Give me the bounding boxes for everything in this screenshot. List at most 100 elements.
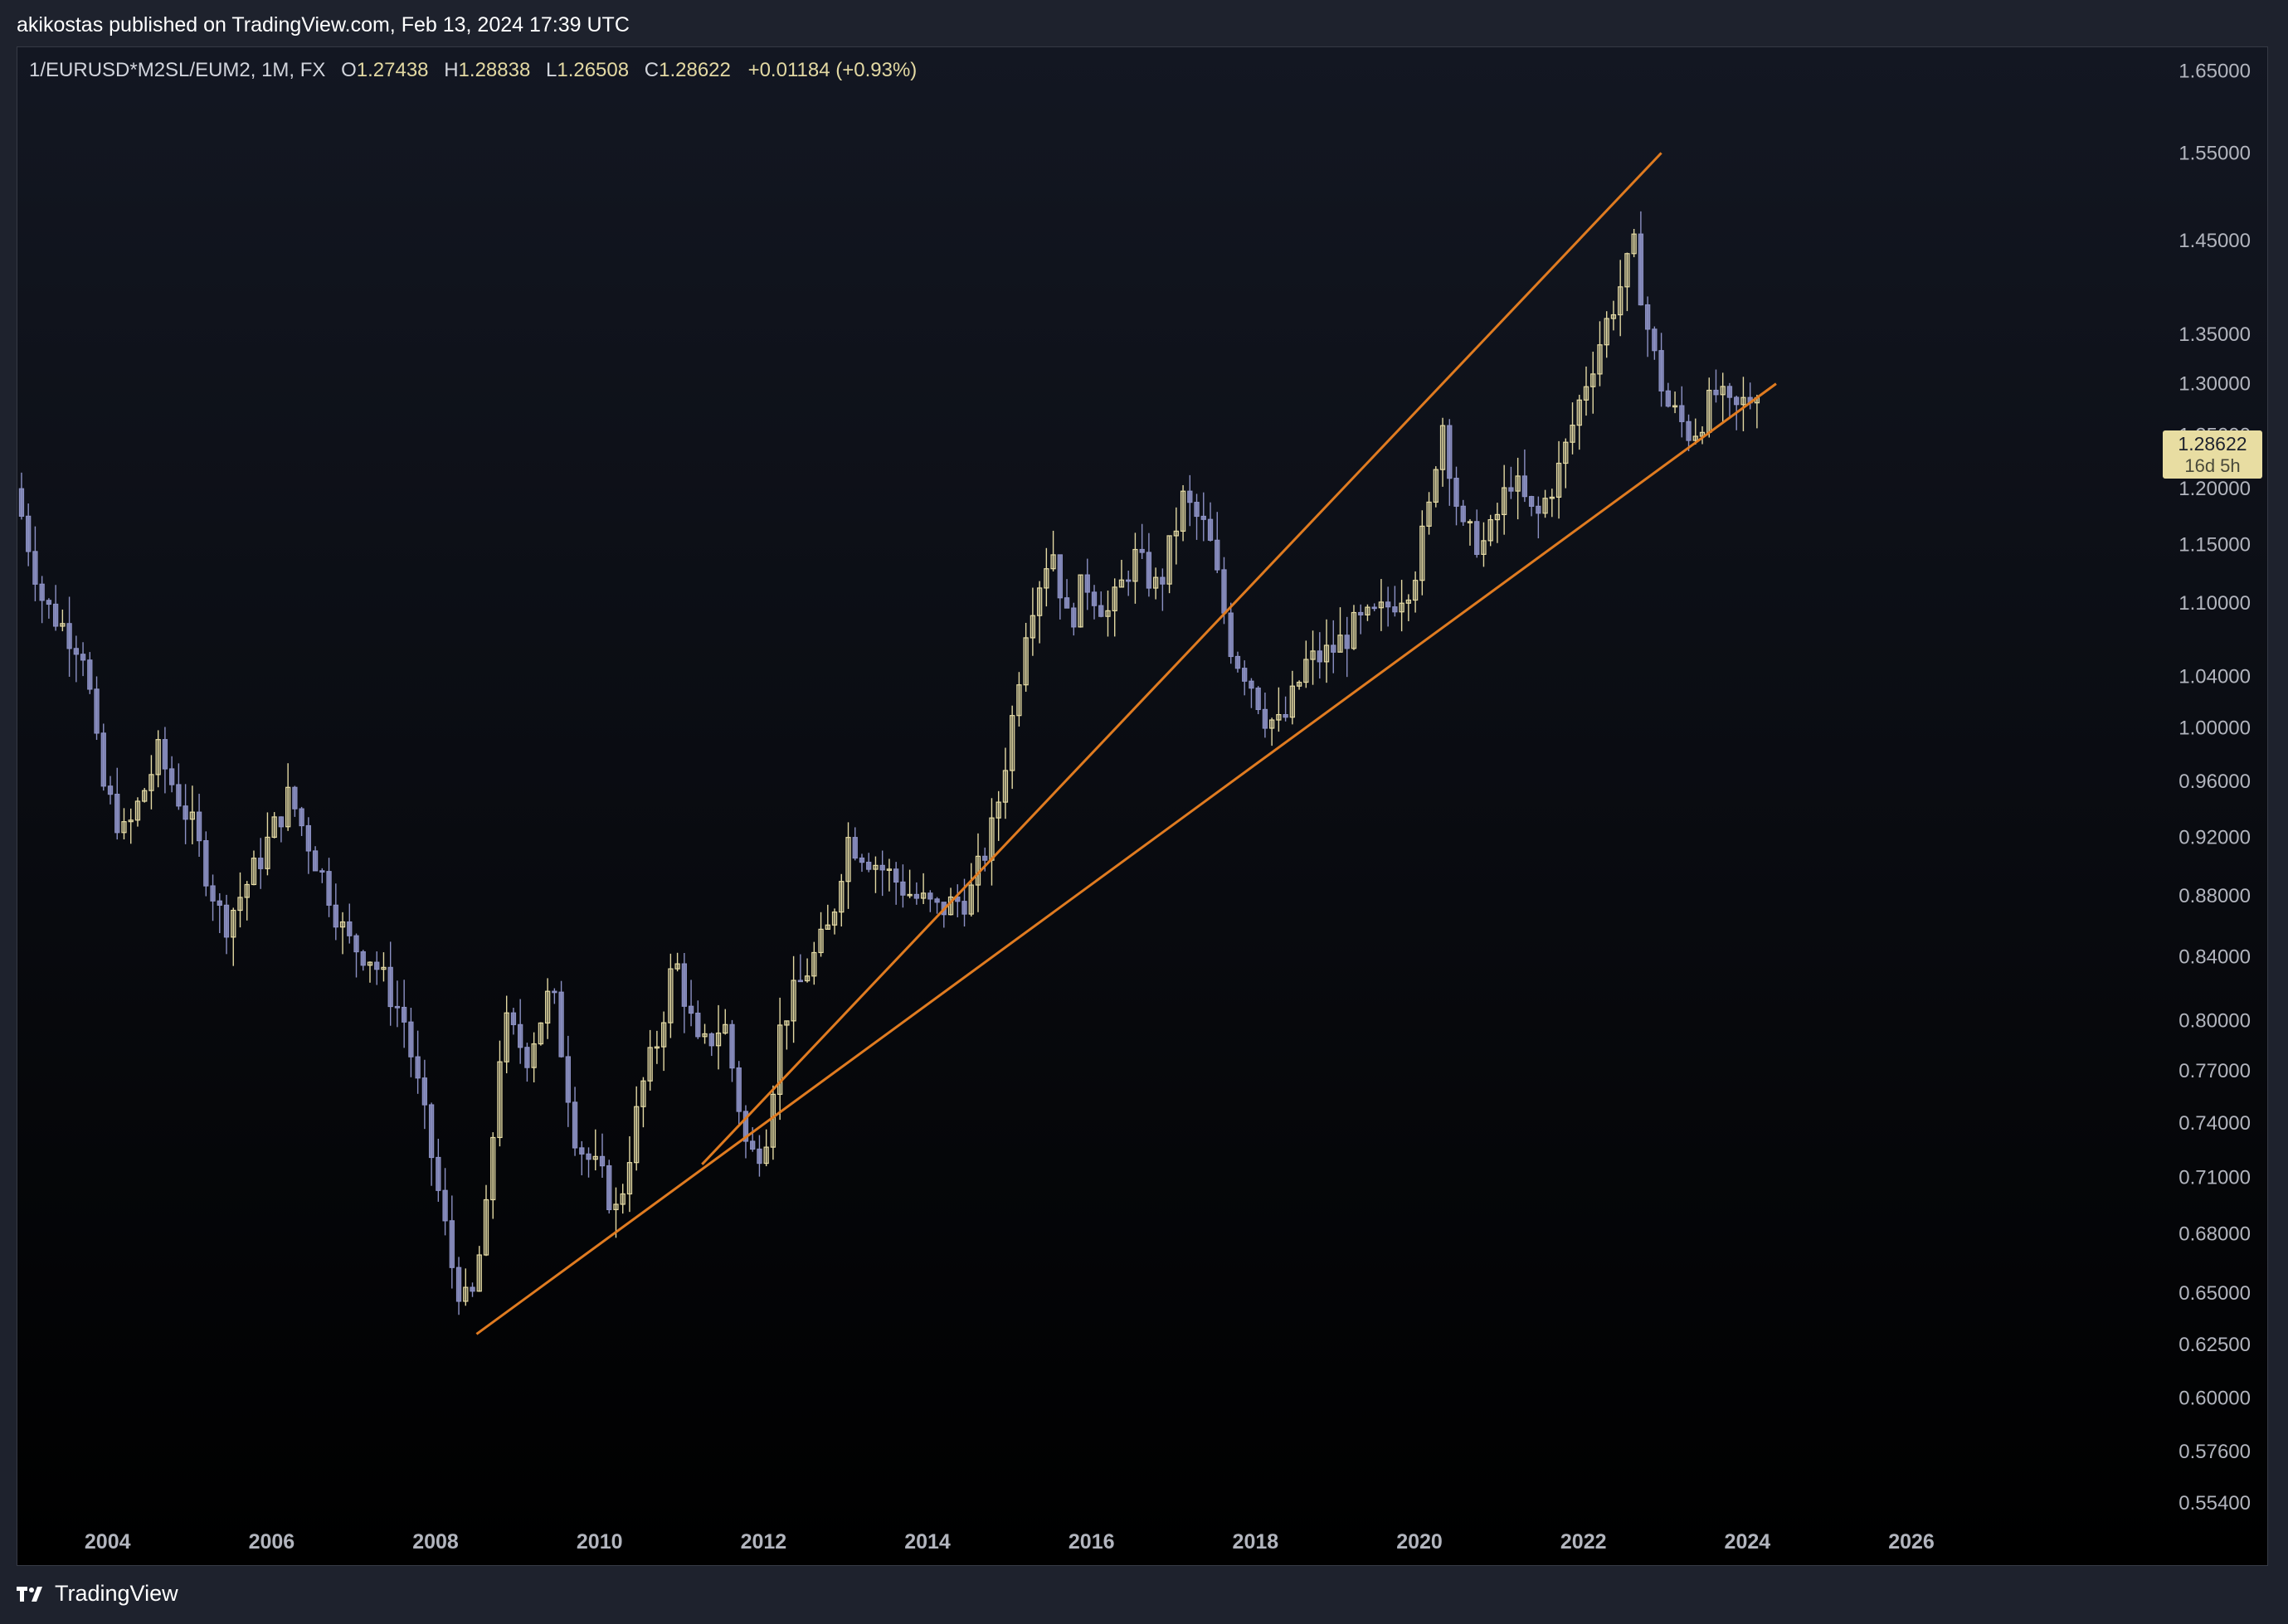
x-axis-tick-label: 2008 — [412, 1530, 459, 1553]
candle-body — [1268, 719, 1275, 729]
candle-body — [1234, 655, 1241, 669]
candle-body — [1310, 650, 1316, 660]
candle-body — [565, 1056, 571, 1103]
candle-body — [374, 961, 380, 970]
candle-body — [231, 909, 236, 938]
candle-body — [927, 892, 933, 900]
candle-body — [1597, 344, 1603, 375]
brand-name: TradingView — [55, 1581, 178, 1606]
candle-body — [1317, 650, 1322, 663]
candle-body — [326, 871, 332, 906]
symbol-label[interactable]: 1/EURUSD*M2SL/EUM2, 1M, FX — [29, 59, 325, 81]
candle-body — [1283, 713, 1288, 718]
candle-body — [996, 801, 1001, 819]
candle-body — [1720, 386, 1726, 396]
chart-panel[interactable]: 1/EURUSD*M2SL/EUM2, 1M, FX O1.27438 H1.2… — [17, 46, 2268, 1566]
y-axis-tick-label: 0.96000 — [2178, 771, 2251, 793]
candle-body — [900, 881, 906, 896]
y-axis-tick-label: 1.35000 — [2178, 323, 2251, 346]
candle-body — [1139, 548, 1145, 553]
y-axis-tick-label: 0.74000 — [2178, 1112, 2251, 1135]
candle-body — [367, 961, 373, 966]
candle-body — [128, 819, 134, 823]
open-value: 1.27438 — [356, 59, 429, 81]
candle-body — [1146, 552, 1152, 589]
candle-body — [1439, 425, 1446, 470]
candle-body — [1576, 399, 1582, 426]
candle-body — [387, 966, 393, 1008]
candle-body — [784, 1020, 790, 1026]
candle-body — [558, 991, 564, 1058]
candle-body — [148, 774, 154, 791]
candle-body — [1590, 373, 1596, 387]
candle-body — [750, 1140, 756, 1150]
candle-body — [402, 1006, 407, 1023]
candle-body — [1303, 659, 1309, 683]
candle-body — [736, 1067, 742, 1112]
candle-body — [1713, 389, 1719, 396]
y-axis-tick-label: 1.00000 — [2178, 717, 2251, 740]
candle-body — [1652, 328, 1658, 352]
candlestick-chart[interactable]: 0.55400 0.57600 0.60000 0.62500 0.65000 0.680… — [17, 47, 2267, 1565]
candle-body — [811, 951, 817, 977]
candle-body — [1358, 611, 1364, 615]
candle-body — [100, 732, 106, 787]
candle-body — [791, 980, 796, 1022]
candle-body — [1734, 396, 1740, 406]
candle-body — [893, 868, 899, 883]
y-axis-tick-label: 1.15000 — [2178, 534, 2251, 557]
candle-body — [654, 1046, 660, 1049]
candle-body — [66, 623, 72, 649]
candle-body — [1180, 490, 1186, 532]
candle-body — [94, 688, 100, 734]
candle-body — [183, 805, 188, 820]
candle-body — [271, 816, 277, 839]
candle-body — [1002, 770, 1009, 803]
candle-body — [886, 868, 893, 871]
candle-body — [1200, 515, 1206, 520]
high-label: H — [444, 59, 459, 81]
candle-body — [544, 990, 551, 1024]
candle-body — [436, 1156, 441, 1191]
candle-body — [592, 1155, 598, 1160]
bar-countdown: 16d 5h — [2184, 455, 2241, 476]
change-value: +0.01184 (+0.93%) — [747, 59, 918, 81]
candle-body — [1351, 611, 1357, 649]
y-axis-tick-label: 0.71000 — [2178, 1166, 2251, 1189]
candle-body — [1242, 668, 1248, 682]
candle-body — [961, 901, 967, 915]
candle-body — [626, 1162, 633, 1195]
candle-body — [168, 768, 175, 785]
candle-body — [913, 893, 920, 899]
y-axis-tick-label: 0.62500 — [2178, 1334, 2251, 1356]
candle-body — [196, 811, 202, 842]
candle-body — [1228, 612, 1234, 658]
candle-body — [1132, 548, 1138, 582]
candle-body — [1481, 540, 1487, 555]
candle-body — [1289, 685, 1296, 718]
tradingview-logo-icon — [17, 1586, 42, 1602]
candle-body — [695, 1012, 701, 1038]
candle-body — [1740, 396, 1746, 406]
candle-body — [1207, 518, 1214, 541]
candle-body — [1152, 576, 1159, 589]
candle-body — [428, 1104, 435, 1159]
candle-body — [1255, 688, 1261, 711]
candle-body — [1419, 525, 1425, 581]
candle-body — [763, 1146, 769, 1165]
candle-body — [1112, 586, 1117, 611]
candle-body — [449, 1220, 455, 1268]
candle-body — [1385, 601, 1391, 608]
candle-body — [1050, 554, 1056, 570]
candle-body — [1494, 513, 1501, 521]
candle-body — [1692, 435, 1698, 441]
candle-body — [415, 1056, 421, 1079]
y-axis-tick-label: 0.77000 — [2178, 1060, 2251, 1082]
candle-body — [1528, 496, 1535, 507]
y-axis-tick-label: 0.60000 — [2178, 1388, 2251, 1410]
candle-body — [708, 1033, 714, 1047]
candle-body — [134, 800, 141, 821]
close-label: C — [644, 59, 660, 81]
tradingview-brand[interactable]: TradingView — [17, 1581, 178, 1607]
candle-body — [1433, 469, 1439, 503]
